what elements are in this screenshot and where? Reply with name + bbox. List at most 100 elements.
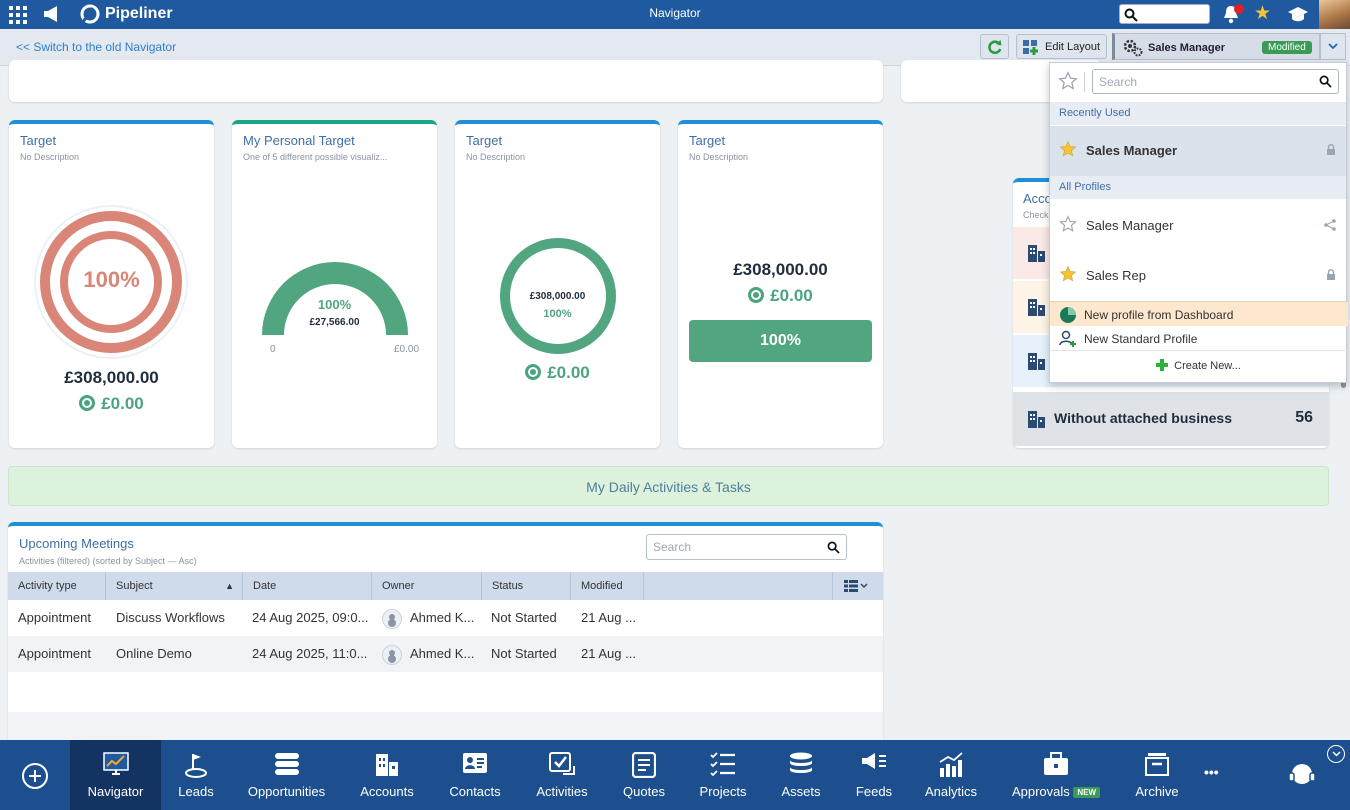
table-header: Activity type Subject ▲ Date Owner Statu…: [8, 572, 883, 600]
switch-old-navigator-link[interactable]: << Switch to the old Navigator: [16, 40, 176, 54]
target-card-ring[interactable]: Target No Description 100% £308,000.00 £…: [9, 120, 214, 448]
refresh-button[interactable]: [980, 34, 1009, 59]
nav-archive[interactable]: Archive: [1127, 740, 1187, 810]
donut-percent: 100%: [543, 308, 572, 320]
card-title: Target: [20, 133, 57, 148]
cell-subject[interactable]: Online Demo: [106, 636, 192, 672]
column-header-owner[interactable]: Owner: [372, 572, 482, 600]
profile-dropdown: Search Recently Used Sales Manager All P…: [1049, 62, 1348, 383]
support-headset-icon[interactable]: [1287, 760, 1317, 790]
gauge-max-label: £0.00: [394, 344, 420, 355]
profile-search-input[interactable]: Search: [1092, 69, 1339, 94]
cell-owner-name: Ahmed K...: [410, 610, 475, 625]
nav-label: Assets: [781, 784, 821, 799]
card-achieved: £0.00: [9, 394, 214, 414]
nav-label: Accounts: [360, 784, 414, 799]
column-header-subject[interactable]: Subject ▲: [106, 572, 243, 600]
profile-search-placeholder: Search: [1099, 75, 1138, 89]
meetings-search-input[interactable]: Search: [646, 534, 847, 560]
profile-item-sales-rep[interactable]: Sales Rep: [1050, 251, 1346, 299]
global-search-input[interactable]: [1119, 4, 1210, 24]
nav-accounts[interactable]: Accounts: [352, 740, 422, 810]
table-row[interactable]: Appointment Online Demo 24 Aug 2025, 11:…: [8, 636, 883, 672]
nav-assets[interactable]: Assets: [772, 740, 830, 810]
feed-megaphone-icon: [862, 753, 886, 769]
nav-projects[interactable]: Projects: [692, 740, 754, 810]
app-grid-icon[interactable]: [9, 6, 27, 24]
new-standard-profile[interactable]: New Standard Profile: [1050, 326, 1348, 351]
column-header-status[interactable]: Status: [482, 572, 571, 600]
profile-dropdown-toggle[interactable]: [1320, 33, 1346, 60]
column-header-date[interactable]: Date: [243, 572, 372, 600]
table-row[interactable]: Appointment Discuss Workflows 24 Aug 202…: [8, 600, 883, 636]
contact-card-icon: [463, 753, 487, 773]
pipeliner-logo[interactable]: Pipeliner: [79, 4, 173, 24]
nav-contacts[interactable]: Contacts: [440, 740, 510, 810]
user-avatar[interactable]: [1318, 0, 1350, 29]
database-icon: [790, 752, 812, 773]
refresh-icon: [988, 40, 1002, 55]
daily-activities-banner: My Daily Activities & Tasks: [8, 466, 1329, 506]
cell-owner[interactable]: Ahmed K...: [372, 636, 474, 672]
favorite-star-outline-icon[interactable]: [1058, 71, 1078, 91]
action-label: New Standard Profile: [1084, 332, 1198, 346]
profile-selector[interactable]: Sales Manager Modified: [1112, 33, 1320, 60]
new-profile-from-dashboard[interactable]: New profile from Dashboard: [1050, 301, 1348, 326]
nav-leads[interactable]: Leads: [166, 740, 226, 810]
document-icon: [632, 752, 656, 778]
card-achieved-value: £0.00: [547, 363, 590, 382]
column-header-modified[interactable]: Modified: [571, 572, 644, 600]
columns-menu-icon: [844, 580, 868, 592]
card-description: One of 5 different possible visualiz...: [243, 152, 388, 162]
card-amount: £308,000.00: [64, 368, 159, 387]
quick-add-button[interactable]: [22, 763, 48, 789]
create-new-label: Create New...: [1174, 360, 1241, 372]
column-chooser-button[interactable]: [832, 572, 883, 600]
academy-cap-icon[interactable]: [1288, 6, 1308, 23]
more-menu-button[interactable]: •••: [1204, 764, 1219, 780]
accounts-widget-subtitle: Check: [1023, 210, 1049, 220]
building-icon: [1028, 353, 1045, 370]
personal-target-card-gauge[interactable]: My Personal Target One of 5 different po…: [232, 120, 437, 448]
nav-label: Archive: [1135, 784, 1179, 799]
action-label: New profile from Dashboard: [1084, 308, 1234, 322]
nav-analytics[interactable]: Analytics: [918, 740, 984, 810]
nav-approvals[interactable]: Approvals NEW: [1005, 740, 1107, 810]
nav-navigator[interactable]: Navigator: [70, 740, 161, 810]
cell-date: 24 Aug 2025, 11:0...: [252, 646, 368, 661]
search-icon: [1124, 8, 1138, 22]
gauge-percent: 100%: [317, 297, 352, 312]
lock-icon: [1327, 269, 1335, 280]
target-dot-icon: [748, 287, 765, 303]
bottom-navigation: Navigator Leads Opportunities Accounts C…: [0, 740, 1350, 810]
progress-bar: 100%: [689, 320, 872, 362]
star-filled-icon: [1059, 265, 1077, 282]
nav-opportunities[interactable]: Opportunities: [238, 740, 335, 810]
cell-owner[interactable]: Ahmed K...: [372, 600, 474, 636]
cell-subject[interactable]: Discuss Workflows: [106, 600, 225, 636]
collapse-nav-button[interactable]: [1327, 745, 1345, 763]
nav-label: Quotes: [623, 784, 665, 799]
edit-layout-button[interactable]: Edit Layout: [1016, 34, 1107, 59]
pie-chart-icon: [1060, 307, 1076, 323]
nav-feeds[interactable]: Feeds: [847, 740, 901, 810]
share-icon[interactable]: [1324, 219, 1336, 231]
user-icon: [382, 608, 402, 629]
without-business-row[interactable]: Without attached business 56: [1013, 392, 1329, 446]
favorites-star-icon[interactable]: ★: [1254, 4, 1271, 24]
nav-activities[interactable]: Activities: [527, 740, 597, 810]
target-card-donut[interactable]: Target No Description £308,000.00 100% £…: [455, 120, 660, 448]
empty-row-area: [8, 712, 883, 742]
card-description: No Description: [466, 152, 526, 162]
top-bar: Pipeliner Navigator ★: [0, 0, 1350, 29]
recent-profile-sales-manager[interactable]: Sales Manager: [1050, 126, 1346, 176]
search-icon: [827, 541, 840, 554]
gauge-min-label: 0: [270, 344, 276, 355]
megaphone-icon[interactable]: [43, 6, 61, 22]
recently-used-header: Recently Used: [1050, 102, 1346, 125]
nav-quotes[interactable]: Quotes: [614, 740, 674, 810]
profile-item-sales-manager[interactable]: Sales Manager: [1050, 201, 1346, 249]
target-card-bar[interactable]: Target No Description £308,000.00 £0.00 …: [678, 120, 883, 448]
column-header-activity-type[interactable]: Activity type: [8, 572, 106, 600]
create-new-button[interactable]: Create New...: [1050, 355, 1346, 378]
